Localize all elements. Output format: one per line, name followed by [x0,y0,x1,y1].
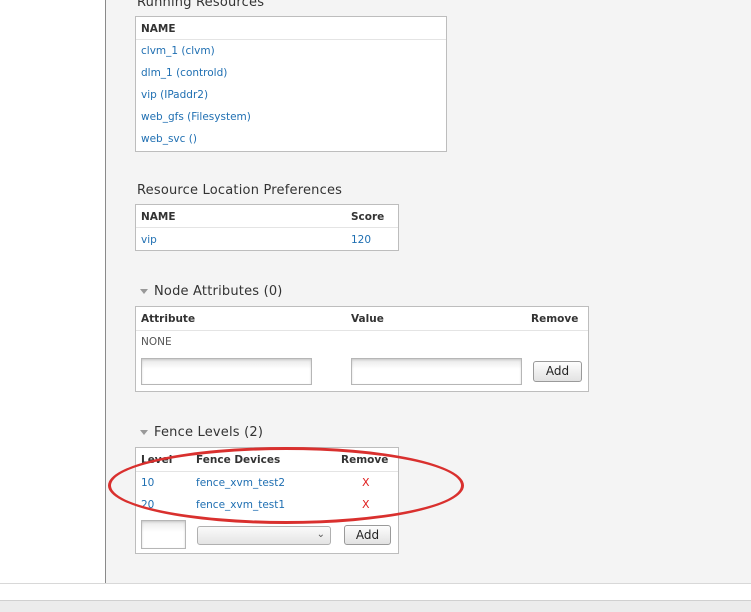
add-fence-level-button[interactable]: Add [344,525,391,545]
running-resource-link[interactable]: vip (IPaddr2) [141,89,208,101]
fence-device-select[interactable]: ⌄ [197,526,331,545]
location-resource-link[interactable]: vip [141,234,157,246]
header-divider [136,39,446,40]
running-resources-name-header: NAME [141,23,176,35]
attribute-header: Attribute [141,313,196,325]
node-attributes-title: Node Attributes (0) [154,284,283,299]
footer-bar [0,600,751,612]
header-divider [136,330,588,331]
panel-divider [0,583,751,584]
add-attribute-button[interactable]: Add [533,361,582,382]
running-resources-table: NAME clvm_1 (clvm) dlm_1 (controld) vip … [135,16,447,152]
fence-levels-toggle[interactable]: Fence Levels (2) [140,425,263,440]
running-resource-link[interactable]: web_svc () [141,133,197,145]
new-attribute-name-input[interactable] [141,358,312,385]
chevron-down-icon [140,430,148,435]
new-fence-level-input[interactable] [141,520,186,549]
node-attributes-table: Attribute Value Remove NONE Add [135,306,589,392]
node-attributes-toggle[interactable]: Node Attributes (0) [140,284,283,299]
location-name-header: NAME [141,211,176,223]
location-preferences-table: NAME Score vip 120 [135,204,399,251]
empty-state-text: NONE [141,336,172,348]
location-preferences-title: Resource Location Preferences [137,183,343,198]
value-header: Value [351,313,384,325]
running-resources-title: Running Resources [137,0,265,10]
location-score-link[interactable]: 120 [351,234,371,246]
location-score-header: Score [351,211,385,223]
new-attribute-value-input[interactable] [351,358,522,385]
left-sidebar [0,0,106,583]
running-resource-link[interactable]: dlm_1 (controld) [141,67,227,79]
header-divider [136,227,398,228]
chevron-down-icon [140,289,148,294]
fence-levels-title: Fence Levels (2) [154,425,264,440]
remove-header: Remove [531,313,579,325]
running-resource-link[interactable]: clvm_1 (clvm) [141,45,215,57]
annotation-highlight-ellipse [108,447,464,524]
chevron-down-icon: ⌄ [316,529,325,540]
running-resource-link[interactable]: web_gfs (Filesystem) [141,111,251,123]
